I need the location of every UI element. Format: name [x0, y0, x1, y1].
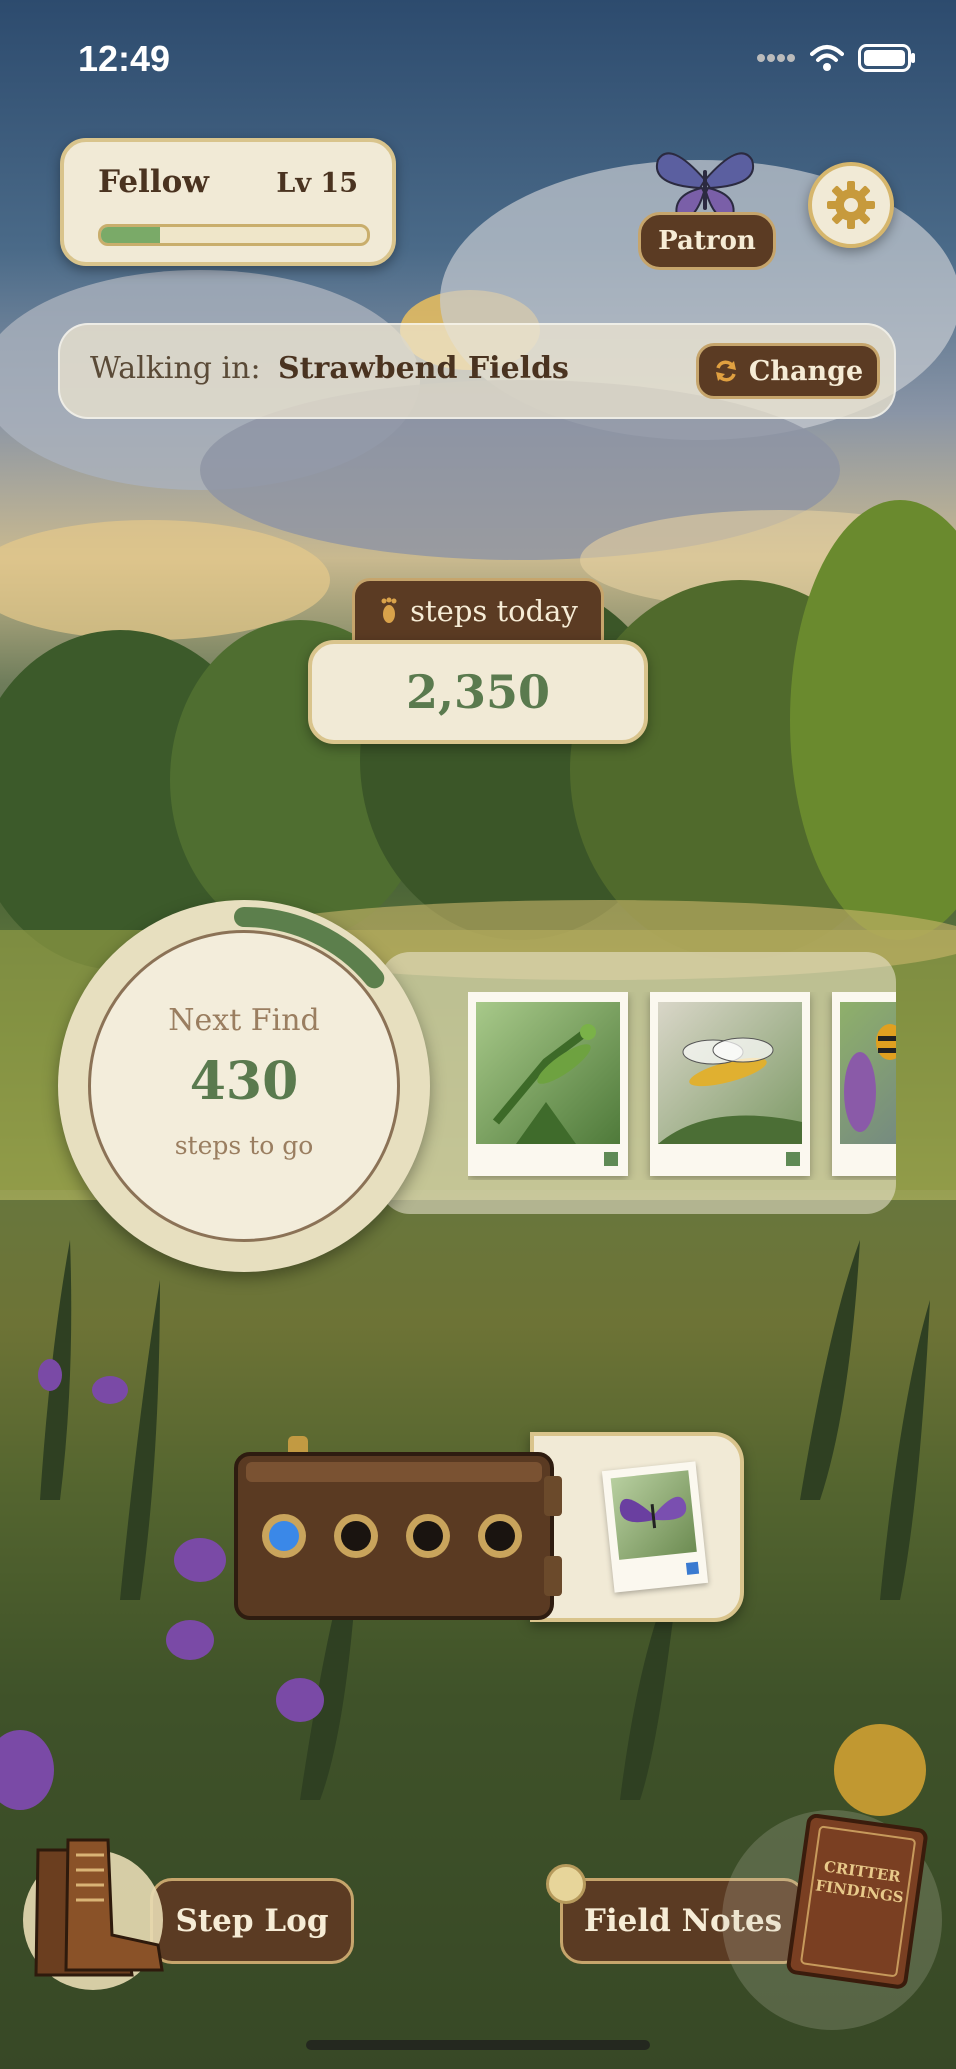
- mantis-image: [476, 1002, 620, 1144]
- box-slot-active: [269, 1521, 299, 1551]
- xp-progress-bar: [98, 224, 370, 246]
- scorpionfly-image: [658, 1002, 802, 1144]
- box-slot-empty: [341, 1521, 371, 1551]
- find-tag: [604, 1152, 618, 1166]
- next-find-value: 430: [189, 1051, 299, 1112]
- level-card[interactable]: Fellow Lv 15: [60, 138, 396, 266]
- finder-box[interactable]: [232, 1436, 566, 1622]
- change-label: Change: [748, 355, 864, 387]
- steps-today-label: steps today: [410, 594, 578, 628]
- critter-findings-book-icon[interactable]: CRITTER FINDINGS: [780, 1814, 930, 1990]
- patron-button[interactable]: Patron: [638, 212, 776, 270]
- change-location-button[interactable]: Change: [696, 343, 880, 399]
- box-slot-empty: [413, 1521, 443, 1551]
- next-find-panel[interactable]: Next Find 430 steps to go: [88, 930, 400, 1242]
- find-card[interactable]: [832, 992, 896, 1176]
- footprint-icon: [381, 597, 397, 623]
- status-time: 12:49: [78, 38, 171, 79]
- steps-today-tab: steps today: [352, 578, 604, 644]
- latest-find-tag: [685, 1561, 700, 1575]
- location-label: Walking in:: [90, 351, 261, 386]
- next-find-label: Next Find: [168, 1003, 320, 1038]
- notification-dot: [546, 1864, 586, 1904]
- screen: 12:49 Fellow Lv 15 Patron Walking in: St…: [0, 0, 956, 2069]
- location-value: Strawbend Fields: [278, 351, 569, 386]
- latest-find-card[interactable]: [601, 1461, 709, 1593]
- recent-finds-list[interactable]: [468, 992, 896, 1180]
- wifi-icon: [810, 45, 844, 71]
- signal-icon: [757, 54, 795, 62]
- gear-icon: [827, 181, 875, 229]
- find-card[interactable]: [650, 992, 810, 1176]
- steps-today-value: 2,350: [308, 640, 648, 744]
- settings-button[interactable]: [808, 162, 894, 248]
- find-tag: [786, 1152, 800, 1166]
- boots-icon: [23, 1838, 164, 1990]
- status-icons: [756, 44, 916, 72]
- step-log-button[interactable]: Step Log: [150, 1878, 354, 1964]
- rank-name: Fellow: [98, 164, 209, 200]
- battery-icon: [858, 44, 915, 72]
- home-indicator: [306, 2040, 650, 2050]
- box-slot-empty: [485, 1521, 515, 1551]
- xp-progress-fill: [101, 227, 160, 243]
- location-bar: Walking in: Strawbend Fields Change: [58, 323, 896, 419]
- next-find-sublabel: steps to go: [174, 1131, 314, 1160]
- bee-image: [840, 1002, 896, 1144]
- level-value: Lv 15: [276, 168, 358, 199]
- find-card[interactable]: [468, 992, 628, 1176]
- refresh-icon: [715, 360, 736, 382]
- purple-butterfly-image: [610, 1470, 697, 1560]
